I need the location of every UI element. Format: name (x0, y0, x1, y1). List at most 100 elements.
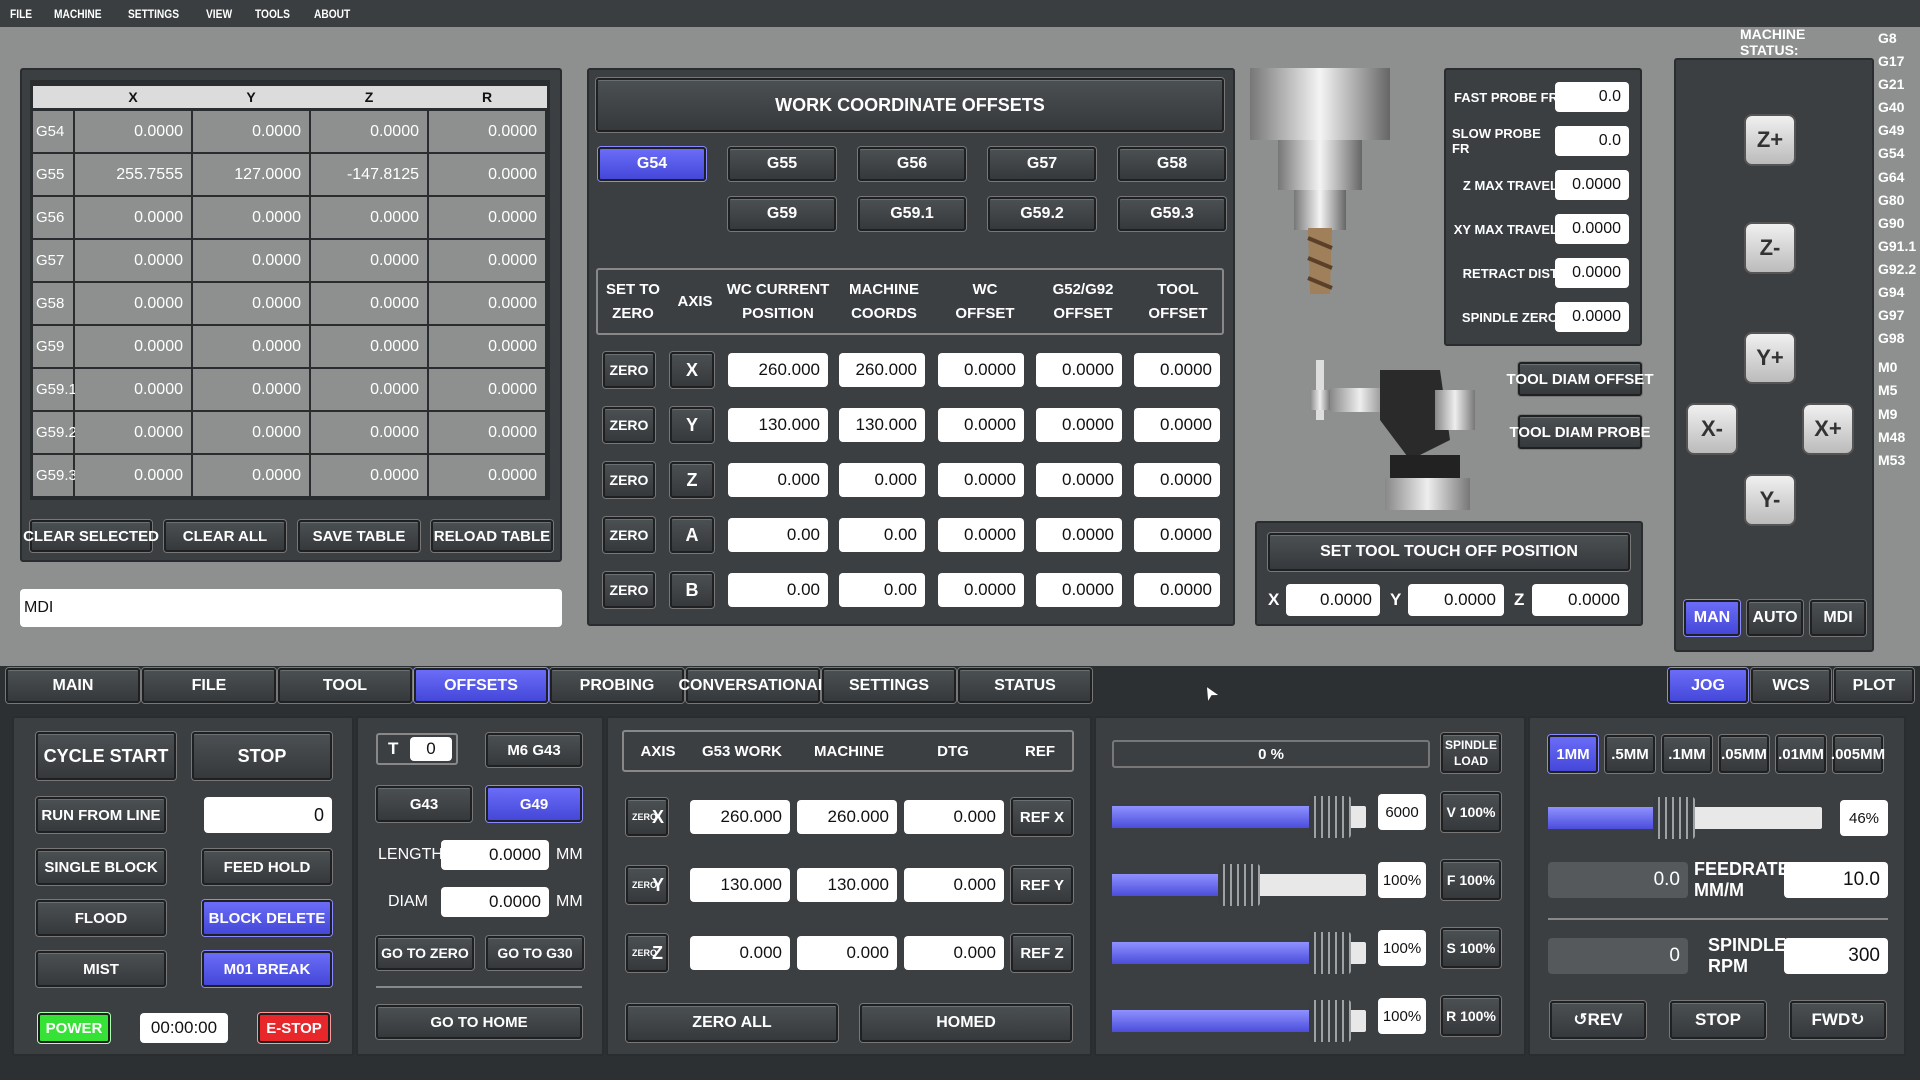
override-slider[interactable] (1112, 1000, 1366, 1042)
run-from-line-input[interactable]: 0 (204, 797, 332, 833)
machine-coords[interactable]: 260.000 (839, 353, 925, 387)
row-name[interactable]: G54 (33, 111, 73, 152)
table-cell[interactable]: 0.0000 (75, 369, 191, 410)
machine-coords[interactable]: 130.000 (839, 408, 925, 442)
go-to-g30-button[interactable]: GO TO G30 (486, 936, 584, 970)
override-slider[interactable] (1112, 864, 1366, 906)
jog-step-button[interactable]: .5MM (1605, 735, 1655, 773)
go-to-zero-button[interactable]: GO TO ZERO (376, 936, 474, 970)
mode-mdi-button[interactable]: MDI (1810, 600, 1866, 636)
wco-g54-button[interactable]: G54 (598, 147, 706, 181)
probe-field-input[interactable]: 0.0 (1555, 126, 1629, 156)
machine-coords[interactable]: 0.00 (839, 518, 925, 552)
m01-break-button[interactable]: M01 BREAK (202, 951, 332, 987)
table-cell[interactable]: 0.0000 (429, 197, 545, 238)
table-cell[interactable]: -147.8125 (311, 154, 427, 195)
jog-z-plus-button[interactable]: Z+ (1744, 114, 1796, 166)
wc-offset[interactable]: 0.0000 (938, 573, 1024, 607)
probe-field-input[interactable]: 0.0000 (1555, 258, 1629, 288)
override-value[interactable]: 100% (1378, 998, 1426, 1034)
touchoff-x-input[interactable]: 0.0000 (1286, 584, 1380, 616)
ref-z-button[interactable]: REF Z (1011, 934, 1073, 972)
wc-offset[interactable]: 0.0000 (938, 463, 1024, 497)
wco-g56-button[interactable]: G56 (858, 147, 966, 181)
wc-current-position[interactable]: 0.00 (728, 518, 828, 552)
override-slider[interactable] (1112, 932, 1366, 974)
machine-coords[interactable]: 0.00 (839, 573, 925, 607)
mode-auto-button[interactable]: AUTO (1747, 600, 1803, 636)
tab-settings[interactable]: SETTINGS (822, 668, 956, 703)
table-cell[interactable]: 0.0000 (75, 412, 191, 453)
g52-offset[interactable]: 0.0000 (1036, 573, 1122, 607)
m6-g43-button[interactable]: M6 G43 (486, 733, 582, 767)
save-table-button[interactable]: SAVE TABLE (298, 520, 420, 552)
dro-work-value[interactable]: 0.000 (690, 936, 790, 970)
wco-g57-button[interactable]: G57 (988, 147, 1096, 181)
tab-file[interactable]: FILE (142, 668, 276, 703)
tab-probing[interactable]: PROBING (550, 668, 684, 703)
g43-button[interactable]: G43 (376, 786, 472, 822)
jog-z-minus-button[interactable]: Z- (1744, 222, 1796, 274)
menu-file[interactable]: FILE (10, 7, 32, 21)
spindle-rpm-input[interactable]: 300 (1784, 938, 1888, 974)
set-tool-touchoff-button[interactable]: SET TOOL TOUCH OFF POSITION (1268, 533, 1630, 571)
tab-conversational[interactable]: CONVERSATIONAL (678, 668, 828, 703)
table-cell[interactable]: 0.0000 (429, 283, 545, 324)
machine-coords[interactable]: 0.000 (839, 463, 925, 497)
table-cell[interactable]: 0.0000 (193, 240, 309, 281)
zero-z-button[interactable]: ZERO (603, 462, 655, 498)
table-cell[interactable]: 0.0000 (75, 240, 191, 281)
wco-g59-2-button[interactable]: G59.2 (988, 197, 1096, 231)
table-cell[interactable]: 0.0000 (75, 283, 191, 324)
table-cell[interactable]: 0.0000 (193, 369, 309, 410)
row-name[interactable]: G58 (33, 283, 73, 324)
power-button[interactable]: POWER (38, 1013, 110, 1043)
g52-offset[interactable]: 0.0000 (1036, 463, 1122, 497)
menu-tools[interactable]: TOOLS (255, 7, 290, 21)
table-cell[interactable]: 0.0000 (429, 111, 545, 152)
cycle-timer[interactable]: 00:00:00 (140, 1013, 228, 1043)
wc-offset[interactable]: 0.0000 (938, 353, 1024, 387)
feedrate-input[interactable]: 10.0 (1784, 862, 1888, 898)
wc-offset[interactable]: 0.0000 (938, 408, 1024, 442)
reload-table-button[interactable]: RELOAD TABLE (431, 520, 553, 552)
zero-b-button[interactable]: ZERO (603, 572, 655, 608)
zero-all-button[interactable]: ZERO ALL (626, 1004, 838, 1042)
table-cell[interactable]: 0.0000 (429, 154, 545, 195)
feed-hold-button[interactable]: FEED HOLD (202, 849, 332, 885)
go-to-home-button[interactable]: GO TO HOME (376, 1005, 582, 1039)
wco-g59-1-button[interactable]: G59.1 (858, 197, 966, 231)
table-cell[interactable]: 0.0000 (311, 197, 427, 238)
tool-offset[interactable]: 0.0000 (1134, 573, 1220, 607)
row-name[interactable]: G56 (33, 197, 73, 238)
menu-view[interactable]: VIEW (206, 7, 232, 21)
flood-button[interactable]: FLOOD (36, 900, 166, 936)
tool-offset[interactable]: 0.0000 (1134, 463, 1220, 497)
override-reset-button[interactable]: V 100% (1441, 792, 1501, 832)
tab-offsets[interactable]: OFFSETS (414, 668, 548, 703)
jog-step-button[interactable]: .05MM (1719, 735, 1769, 773)
g52-offset[interactable]: 0.0000 (1036, 353, 1122, 387)
zero-x-button[interactable]: ZERO (603, 352, 655, 388)
jog-y-minus-button[interactable]: Y- (1744, 474, 1796, 526)
tool-diam-probe-button[interactable]: TOOL DIAM PROBE (1509, 415, 1651, 449)
wco-g59-button[interactable]: G59 (728, 197, 836, 231)
wc-current-position[interactable]: 260.000 (728, 353, 828, 387)
table-cell[interactable]: 0.0000 (75, 197, 191, 238)
table-cell[interactable]: 0.0000 (311, 326, 427, 367)
table-cell[interactable]: 0.0000 (75, 111, 191, 152)
override-reset-button[interactable]: S 100% (1441, 928, 1501, 968)
wco-g55-button[interactable]: G55 (728, 147, 836, 181)
jog-x-plus-button[interactable]: X+ (1802, 403, 1854, 455)
override-slider[interactable] (1112, 796, 1366, 838)
row-name[interactable]: G59.3 (33, 455, 77, 496)
tab-plot[interactable]: PLOT (1834, 668, 1914, 703)
slider-thumb[interactable] (1218, 864, 1260, 906)
zero-a-button[interactable]: ZERO (603, 517, 655, 553)
table-cell[interactable]: 0.0000 (311, 240, 427, 281)
block-delete-button[interactable]: BLOCK DELETE (202, 900, 332, 936)
table-cell[interactable]: 0.0000 (193, 326, 309, 367)
mdi-input[interactable]: MDI (20, 589, 562, 627)
touchoff-y-input[interactable]: 0.0000 (1408, 584, 1504, 616)
spindle-fwd-button[interactable]: FWD ↻ (1790, 1001, 1886, 1039)
